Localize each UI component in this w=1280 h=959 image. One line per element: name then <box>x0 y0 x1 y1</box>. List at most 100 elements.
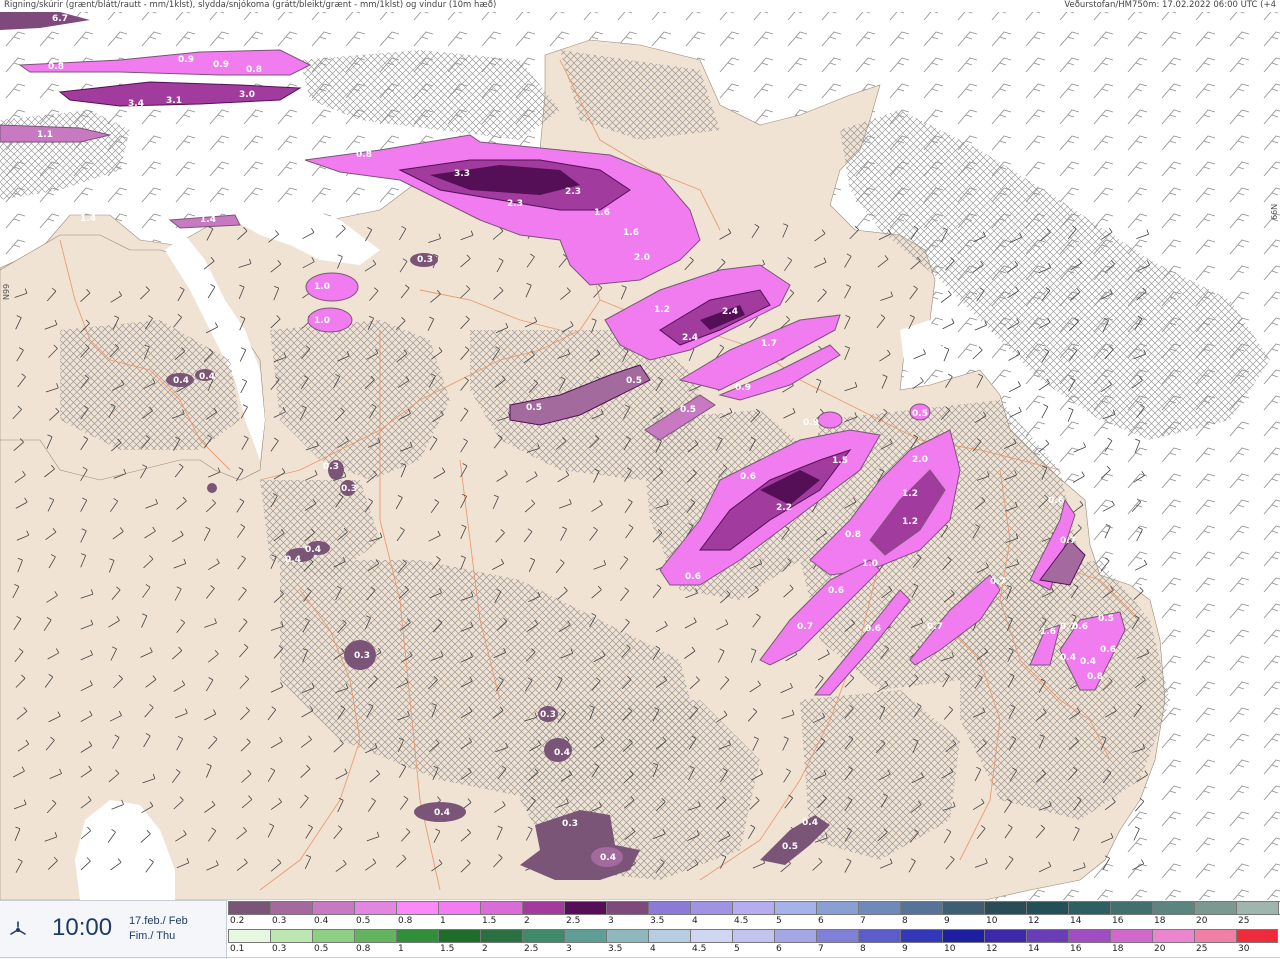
svg-text:0.5: 0.5 <box>526 403 542 413</box>
rain-legend-cell: 0.1 <box>228 929 270 957</box>
time-panel[interactable]: 10:00 17.feb./ Feb Fim./ Thu <box>0 900 227 959</box>
rain-legend-label: 10 <box>944 944 956 954</box>
snow-legend-label: 4 <box>692 916 698 926</box>
svg-text:0.3: 0.3 <box>323 462 339 472</box>
rain-legend-label: 3 <box>566 944 572 954</box>
svg-text:2.2: 2.2 <box>776 503 792 513</box>
snow-legend-cell: 12 <box>1026 901 1068 929</box>
svg-text:0.7: 0.7 <box>990 577 1006 587</box>
svg-text:0.4: 0.4 <box>434 808 450 818</box>
rain-legend-cell: 16 <box>1068 929 1110 957</box>
snow-legend-label: 25 <box>1238 916 1250 926</box>
rain-legend-swatch <box>228 929 270 943</box>
rain-legend-cell: 0.8 <box>354 929 396 957</box>
snow-legend-label: 7 <box>860 916 866 926</box>
rain-legend-swatch <box>396 929 438 943</box>
rain-legend-swatch <box>606 929 648 943</box>
svg-text:2.4: 2.4 <box>722 307 738 317</box>
rain-legend-label: 12 <box>986 944 998 954</box>
snow-legend-cell: 0.5 <box>354 901 396 929</box>
snow-legend-swatch <box>774 901 816 915</box>
rain-legend-label: 0.3 <box>272 944 287 954</box>
svg-text:1.7: 1.7 <box>761 339 777 349</box>
map-title: Rigning/skúrir (grænt/blátt/rautt - mm/1… <box>4 0 497 10</box>
rain-legend-swatch <box>984 929 1026 943</box>
svg-text:2.0: 2.0 <box>634 253 650 263</box>
rain-legend-label: 1 <box>398 944 404 954</box>
snow-legend-swatch <box>648 901 690 915</box>
svg-text:0.7: 0.7 <box>1060 536 1076 546</box>
snow-legend-label: 6 <box>818 916 824 926</box>
snow-legend-label: 0.4 <box>314 916 329 926</box>
snow-legend-cell: 0.4 <box>312 901 354 929</box>
rain-legend-cell: 4 <box>648 929 690 957</box>
svg-text:0.4: 0.4 <box>600 853 616 863</box>
svg-text:0.5: 0.5 <box>782 842 798 852</box>
rain-legend-swatch <box>480 929 522 943</box>
rain-legend-label: 0.1 <box>230 944 245 954</box>
rain-legend-label: 6 <box>776 944 782 954</box>
svg-text:1.0: 1.0 <box>862 559 878 569</box>
svg-text:1.2: 1.2 <box>902 517 918 527</box>
svg-text:0.4: 0.4 <box>1060 653 1076 663</box>
svg-text:0.5: 0.5 <box>626 376 642 386</box>
rain-legend-label: 3.5 <box>608 944 623 954</box>
rain-legend-swatch <box>312 929 354 943</box>
rain-legend-swatch <box>774 929 816 943</box>
weather-map[interactable]: 6.7 0.9 0.9 0.8 0.8 3.4 3.1 3.0 1.1 0.8 … <box>0 0 1280 958</box>
rain-legend-cell: 25 <box>1194 929 1236 957</box>
snow-legend-swatch <box>900 901 942 915</box>
rain-legend-swatch <box>648 929 690 943</box>
rain-legend-swatch <box>858 929 900 943</box>
snow-legend-label: 2.5 <box>566 916 581 926</box>
rain-legend-cell: 30 <box>1236 929 1278 957</box>
snow-legend-swatch <box>1236 901 1278 915</box>
rain-legend-label: 4 <box>650 944 656 954</box>
rain-legend-label: 25 <box>1196 944 1208 954</box>
snow-legend-cell: 8 <box>900 901 942 929</box>
snow-legend-cell: 2.5 <box>564 901 606 929</box>
svg-text:1.2: 1.2 <box>654 305 670 315</box>
snow-legend-row: 0.2 0.3 0.4 0.5 0.8 1 1.5 2 2.5 3 3.5 4 4.5 5 6 7 8 9 10 12… <box>228 901 1280 929</box>
svg-text:0.5: 0.5 <box>1098 614 1114 624</box>
snow-legend-label: 3.5 <box>650 916 665 926</box>
snow-legend-label: 5 <box>776 916 782 926</box>
snow-legend-swatch <box>270 901 312 915</box>
latitude-label-right: N99 <box>1269 203 1278 220</box>
svg-text:0.9: 0.9 <box>213 60 229 70</box>
svg-text:3.1: 3.1 <box>166 96 182 106</box>
snow-legend-cell: 4 <box>690 901 732 929</box>
rain-legend-swatch <box>270 929 312 943</box>
rain-legend-cell: 7 <box>816 929 858 957</box>
svg-text:0.3: 0.3 <box>417 255 433 265</box>
rain-legend-swatch <box>522 929 564 943</box>
svg-text:1.4: 1.4 <box>80 214 96 224</box>
rain-legend-label: 2 <box>482 944 488 954</box>
snow-legend-label: 4.5 <box>734 916 749 926</box>
snow-legend-swatch <box>942 901 984 915</box>
snow-legend-cell: 5 <box>774 901 816 929</box>
rain-legend-label: 4.5 <box>692 944 707 954</box>
snow-legend-swatch <box>312 901 354 915</box>
snow-legend-swatch <box>690 901 732 915</box>
rain-legend-label: 9 <box>902 944 908 954</box>
rain-legend-cell: 1 <box>396 929 438 957</box>
svg-text:0.8: 0.8 <box>845 530 861 540</box>
snow-legend-cell: 7 <box>858 901 900 929</box>
rain-legend-swatch <box>1110 929 1152 943</box>
snow-legend-label: 14 <box>1070 916 1082 926</box>
svg-text:0.3: 0.3 <box>341 484 357 494</box>
rain-legend-swatch <box>1194 929 1236 943</box>
rain-legend-label: 0.5 <box>314 944 329 954</box>
snow-legend-label: 10 <box>986 916 998 926</box>
svg-text:0.4: 0.4 <box>305 545 321 555</box>
svg-text:1.1: 1.1 <box>37 130 53 140</box>
rain-legend-label: 14 <box>1028 944 1040 954</box>
svg-text:2.0: 2.0 <box>912 455 928 465</box>
svg-text:0.6: 0.6 <box>1072 622 1088 632</box>
svg-text:0.6: 0.6 <box>1100 645 1116 655</box>
forecast-date: 17.feb./ Feb <box>129 915 188 927</box>
svg-text:1.6: 1.6 <box>623 228 639 238</box>
svg-text:0.5: 0.5 <box>912 409 928 419</box>
snow-legend-swatch <box>732 901 774 915</box>
